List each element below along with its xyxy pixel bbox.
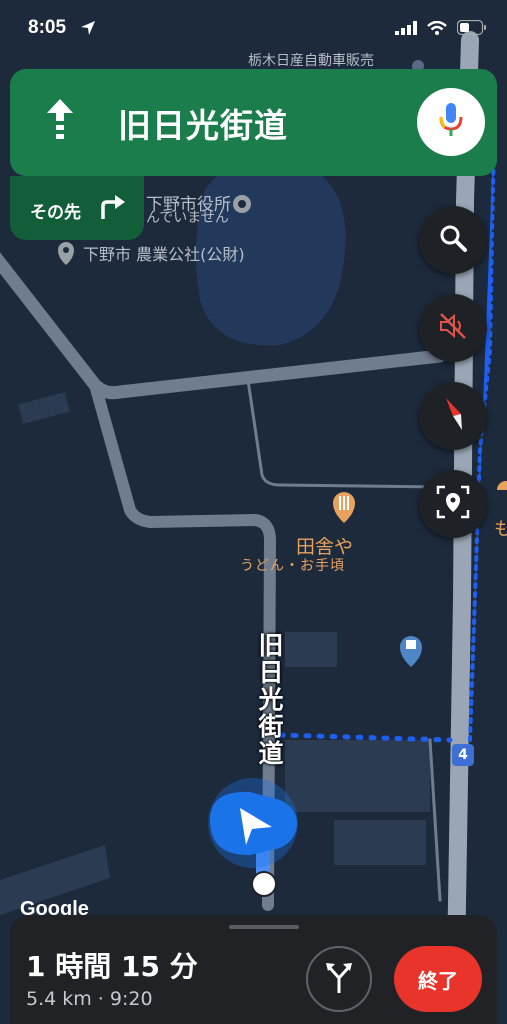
- compass-button[interactable]: [419, 382, 487, 450]
- sound-muted-icon: [438, 311, 468, 345]
- alternate-routes-icon: [324, 960, 354, 998]
- mute-button[interactable]: [419, 294, 487, 362]
- search-icon: [438, 223, 468, 257]
- search-button[interactable]: [419, 206, 487, 274]
- poi-side-label[interactable]: も: [494, 515, 507, 541]
- eta-distance-arrival: 5.4 km · 9:20: [26, 988, 153, 1010]
- poi-agri-corp[interactable]: 下野市 農業公社(公財): [83, 241, 245, 265]
- wifi-icon: [427, 20, 447, 39]
- recenter-button[interactable]: [419, 470, 487, 538]
- then-card[interactable]: その先: [10, 176, 144, 240]
- poi-city-hall-sub: んでいません: [146, 210, 229, 226]
- end-navigation-button[interactable]: 終了: [394, 946, 482, 1012]
- trip-summary-panel[interactable]: 1 時間 15 分 5.4 km · 9:20 終了: [10, 915, 497, 1024]
- eta-duration: 1 時間 15 分: [26, 950, 198, 983]
- turn-right-icon: [98, 194, 126, 224]
- status-time: 8:05: [28, 17, 67, 38]
- then-label: その先: [30, 203, 81, 223]
- mic-icon: [438, 102, 464, 142]
- poi-restaurant-sub: うどん・お手頃: [240, 558, 345, 574]
- location-arrow-icon: [80, 20, 96, 40]
- nav-street-name: 旧日光街道: [118, 106, 288, 145]
- voice-button[interactable]: [417, 88, 485, 156]
- route-number-badge: 4: [452, 744, 474, 766]
- cellular-signal-icon: [395, 20, 417, 39]
- status-bar: 8:05: [0, 0, 507, 58]
- compass-icon: [438, 396, 468, 436]
- straight-arrow-icon: [46, 99, 74, 147]
- location-focus-icon: [436, 485, 470, 523]
- alternate-routes-button[interactable]: [306, 946, 372, 1012]
- navigation-card[interactable]: 旧日光街道: [10, 69, 497, 176]
- battery-icon: [456, 19, 487, 39]
- map-street-label: 旧日光街道: [255, 632, 284, 767]
- drag-handle[interactable]: [229, 925, 299, 929]
